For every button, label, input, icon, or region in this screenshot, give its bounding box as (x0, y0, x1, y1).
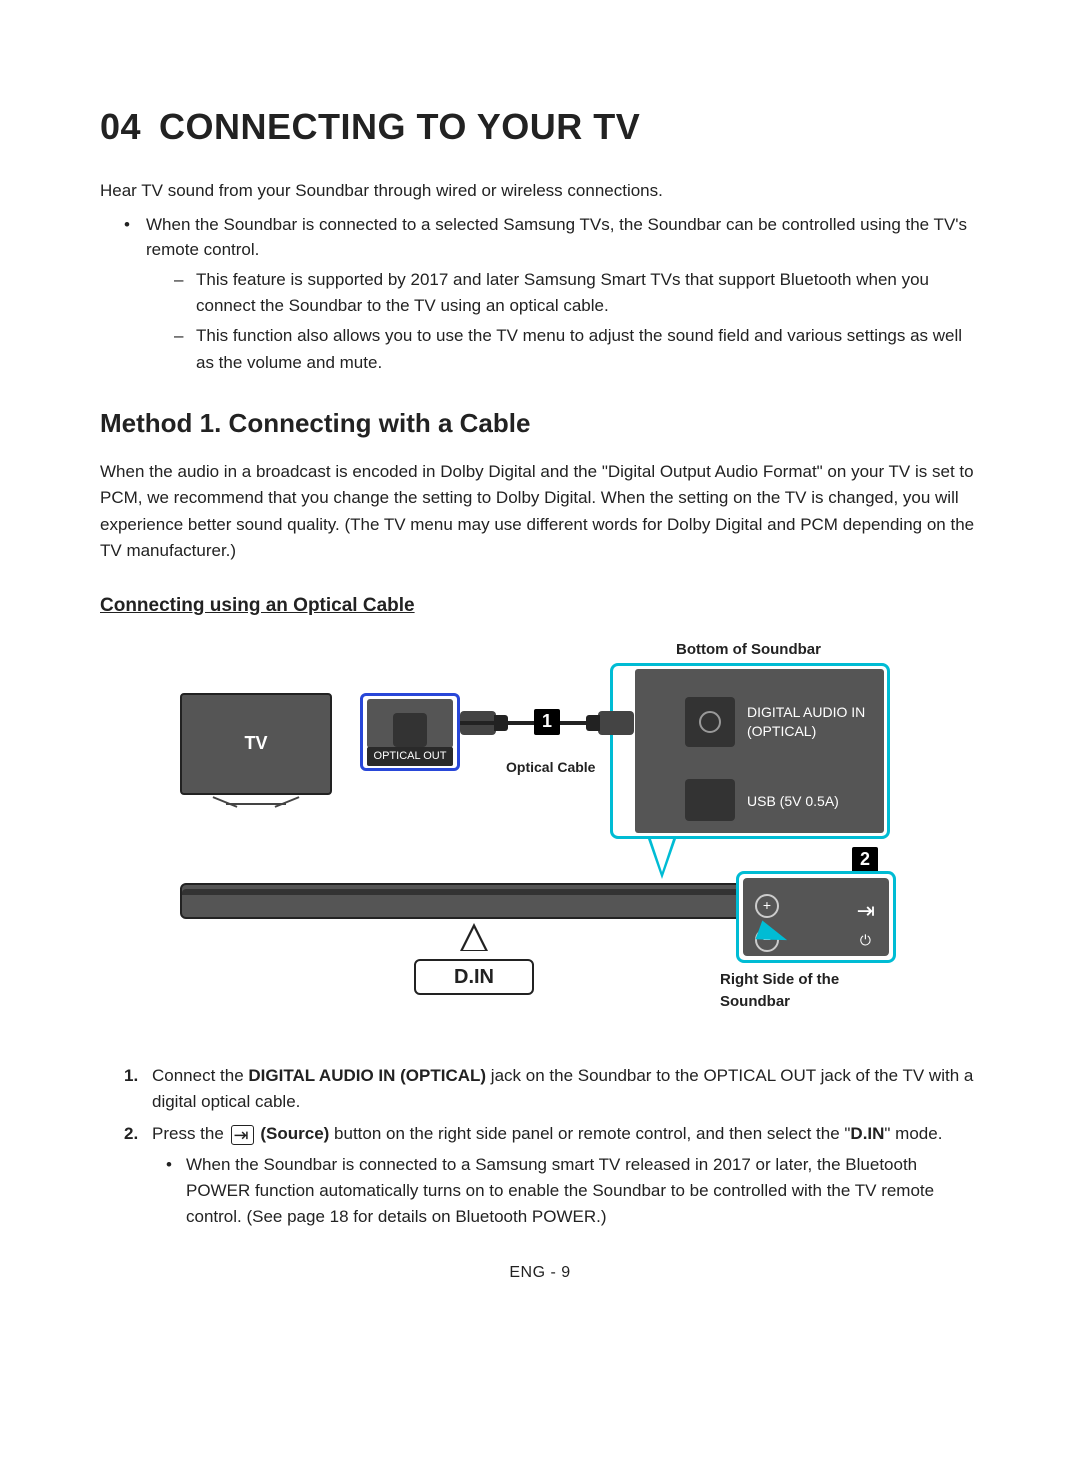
tv-stand-icon (226, 795, 286, 805)
tv-optical-inner (367, 699, 453, 748)
step-2-bold2: D.IN (850, 1124, 884, 1143)
dash-2: This function also allows you to use the… (174, 323, 980, 376)
step-2-sublist: When the Soundbar is connected to a Sams… (152, 1152, 980, 1231)
step-2-bold1: (Source) (256, 1124, 330, 1143)
soundbar-right-side-panel: + − ⇥ ⏻ (736, 871, 896, 963)
optical-port-icon (685, 697, 735, 747)
right-side-label: Right Side of the Soundbar (720, 969, 900, 1014)
chapter-number: 04 (100, 106, 141, 147)
connection-diagram: Bottom of Soundbar DIGITAL AUDIO IN (OPT… (180, 639, 900, 1039)
usb-port-icon (685, 779, 735, 821)
step-1: Connect the DIGITAL AUDIO IN (OPTICAL) j… (124, 1063, 980, 1116)
cable-plug-right-icon (598, 711, 634, 735)
tv-optical-out-panel: OPTICAL OUT (360, 693, 460, 771)
source-icon-inline: ⇥ (231, 1125, 254, 1145)
soundbar-body-icon (180, 883, 750, 919)
dash-1: This feature is supported by 2017 and la… (174, 267, 980, 320)
bottom-of-soundbar-label: Bottom of Soundbar (676, 639, 821, 662)
bullet-1-sublist: This feature is supported by 2017 and la… (146, 267, 980, 376)
usb-label: USB (5V 0.5A) (747, 791, 839, 812)
digital-audio-in-label: DIGITAL AUDIO IN (OPTICAL) (747, 703, 865, 741)
soundbar-bottom-panel: DIGITAL AUDIO IN (OPTICAL) USB (5V 0.5A) (610, 663, 890, 839)
subsection-heading: Connecting using an Optical Cable (100, 592, 980, 621)
step-1-bold: DIGITAL AUDIO IN (OPTICAL) (248, 1066, 486, 1085)
steps-list: Connect the DIGITAL AUDIO IN (OPTICAL) j… (100, 1063, 980, 1231)
page-footer: ENG - 9 (100, 1261, 980, 1285)
intro-text: Hear TV sound from your Soundbar through… (100, 178, 980, 204)
tv-icon: TV (180, 693, 332, 795)
callout-tail-soundbar (648, 839, 676, 879)
method-description: When the audio in a broadcast is encoded… (100, 459, 980, 564)
intro-bullets: When the Soundbar is connected to a sele… (100, 212, 980, 376)
panel-body: DIGITAL AUDIO IN (OPTICAL) USB (5V 0.5A) (635, 669, 884, 833)
bullet-1: When the Soundbar is connected to a sele… (124, 212, 980, 376)
step-2-sub-bullet: When the Soundbar is connected to a Sams… (166, 1152, 980, 1231)
step-2: Press the ⇥ (Source) button on the right… (124, 1121, 980, 1230)
right-panel-inner: + − ⇥ ⏻ (743, 878, 889, 956)
din-callout-tail (460, 923, 488, 951)
step-badge-1: 1 (534, 709, 560, 735)
method-heading: Method 1. Connecting with a Cable (100, 404, 980, 443)
din-display: D.IN (414, 959, 534, 995)
source-button-icon: ⇥ (857, 894, 875, 927)
volume-up-button-icon: + (755, 894, 779, 918)
optical-out-label: OPTICAL OUT (367, 747, 453, 766)
power-button-icon: ⏻ (860, 930, 871, 951)
chapter-heading: 04 CONNECTING TO YOUR TV (100, 100, 980, 154)
optical-cable-label: Optical Cable (506, 757, 595, 778)
tv-optical-port-icon (393, 713, 427, 747)
step-badge-2: 2 (852, 847, 878, 873)
chapter-title: CONNECTING TO YOUR TV (159, 106, 640, 147)
